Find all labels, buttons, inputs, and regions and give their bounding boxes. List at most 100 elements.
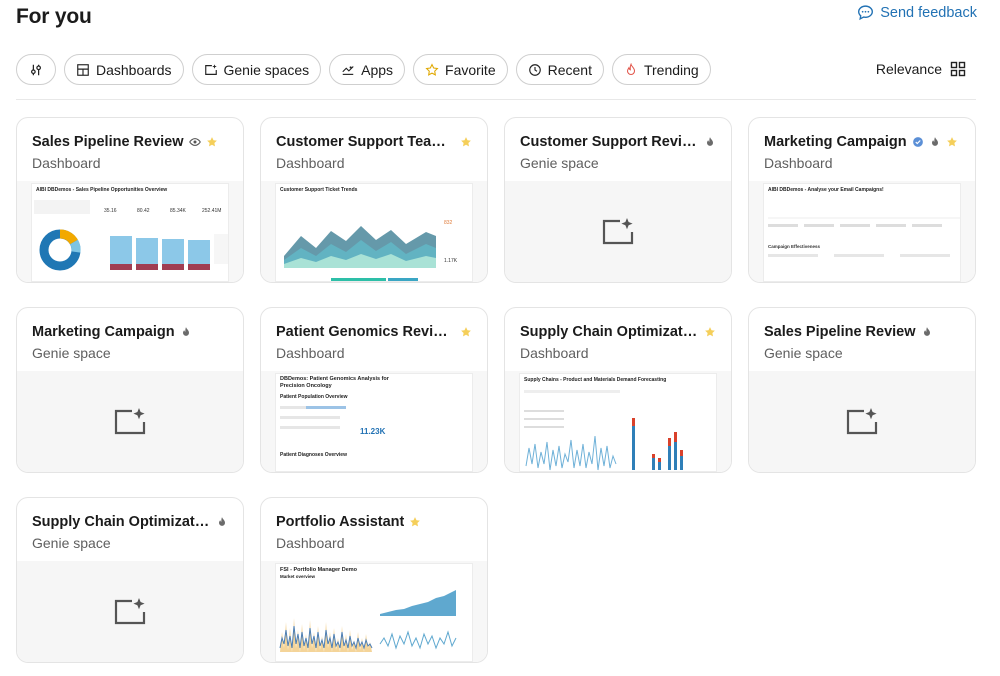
star-icon[interactable]: [460, 136, 472, 148]
dashboard-preview: FSI - Portfolio Manager Demo Market over…: [261, 561, 487, 662]
preview-title: FSI - Portfolio Manager Demo: [280, 567, 358, 573]
star-icon[interactable]: [946, 136, 958, 148]
filter-genie-spaces-chip[interactable]: Genie spaces: [191, 54, 322, 85]
preview-title: AIBI DBDemos - Sales Pipeline Opportunit…: [36, 187, 168, 193]
genie-preview: [17, 371, 243, 472]
flame-icon: [707, 137, 714, 146]
genie-icon: [204, 63, 217, 75]
card-type: Genie space: [520, 155, 599, 171]
preview-charts: [524, 390, 683, 471]
filter-apps-label: Apps: [361, 61, 394, 78]
card-type: Dashboard: [276, 155, 345, 171]
card-marketing-campaign-dashboard[interactable]: Marketing Campaign Dashboard AIBI DBDemo…: [748, 117, 976, 283]
star-icon[interactable]: [409, 516, 421, 528]
preview-kpi-4: 252.41M: [202, 208, 221, 214]
preview-title: Customer Support Ticket Trends: [280, 187, 358, 193]
genie-preview: [17, 561, 243, 662]
flame-icon: [626, 62, 635, 75]
verified-icon: [912, 137, 923, 147]
genie-space-icon: [602, 217, 634, 244]
sort-dropdown[interactable]: Relevance: [876, 61, 942, 77]
filter-trending-chip[interactable]: Trending: [611, 54, 711, 85]
preview-title: AIBI DBDemos - Analyse your Email Campai…: [768, 187, 884, 193]
card-title: Sales Pipeline Review: [32, 134, 184, 150]
card-supply-chain-dashboard[interactable]: Supply Chain Optimization Dashboard Supp…: [504, 307, 732, 473]
flame-icon: [931, 137, 938, 146]
card-supply-chain-genie[interactable]: Supply Chain Optimization Genie space: [16, 497, 244, 663]
preview-section: Campaign Effectiveness: [768, 244, 821, 249]
star-icon[interactable]: [460, 326, 472, 338]
eye-icon: [188, 138, 201, 146]
genie-space-icon: [114, 407, 146, 434]
dashboard-preview: AIBI DBDemos - Analyse your Email Campai…: [749, 181, 975, 282]
preview-title: DBDemos: Patient Genomics Analysis for P…: [280, 376, 389, 389]
flame-icon: [182, 327, 189, 336]
filter-dashboards-label: Dashboards: [96, 61, 172, 78]
dashboard-preview: DBDemos: Patient Genomics Analysis for P…: [261, 371, 487, 472]
section-divider: [16, 99, 976, 100]
dashboard-preview: Supply Chains - Product and Materials De…: [505, 371, 731, 472]
clock-icon: [528, 63, 541, 76]
genie-space-icon: [846, 407, 878, 434]
preview-kpi-1: 832: [444, 220, 453, 226]
card-sales-pipeline-review-dashboard[interactable]: Sales Pipeline Review Dashboard AIBI DBD…: [16, 117, 244, 283]
card-type: Dashboard: [520, 345, 589, 361]
preview-subtitle: Market overview: [280, 574, 316, 579]
preview-title: Supply Chains - Product and Materials De…: [524, 377, 667, 383]
chat-bubble-icon: [858, 5, 874, 21]
dashboard-preview: AIBI DBDemos - Sales Pipeline Opportunit…: [17, 181, 243, 282]
card-title: Supply Chain Optimization: [520, 324, 699, 340]
preview-kpi-2: 80.42: [137, 208, 150, 214]
preview-charts: 832 1.17K: [284, 220, 458, 281]
preview-kpi: 11.23K: [360, 427, 386, 436]
filter-favorite-label: Favorite: [445, 61, 496, 78]
card-portfolio-assistant-dashboard[interactable]: Portfolio Assistant Dashboard FSI - Port…: [260, 497, 488, 663]
flame-icon: [219, 517, 226, 526]
filter-favorite-chip[interactable]: Favorite: [413, 54, 508, 85]
star-outline-icon: [425, 62, 439, 76]
preview-charts: Patient Population Overview 11.23K Patie…: [280, 394, 386, 458]
page-title: For you: [16, 5, 92, 28]
preview-charts: [279, 590, 457, 652]
preview-charts: 35.16 80.42 85.34K 252.41M: [34, 200, 228, 271]
card-title: Customer Support Review: [520, 134, 699, 150]
card-marketing-campaign-genie[interactable]: Marketing Campaign Genie space: [16, 307, 244, 473]
card-type: Dashboard: [276, 535, 345, 551]
preview-kpi-3: 85.34K: [170, 208, 187, 214]
card-sales-pipeline-review-genie[interactable]: Sales Pipeline Review Genie space: [748, 307, 976, 473]
star-icon[interactable]: [704, 326, 716, 338]
preview-charts: Campaign Effectiveness: [768, 217, 960, 257]
card-type: Genie space: [764, 345, 843, 361]
dashboard-icon: [77, 63, 89, 76]
card-patient-genomics-dashboard[interactable]: Patient Genomics Review f... Dashboard D…: [260, 307, 488, 473]
filter-dashboards-chip[interactable]: Dashboards: [64, 54, 184, 85]
filter-recent-label: Recent: [547, 61, 592, 78]
filter-recent-chip[interactable]: Recent: [515, 54, 604, 85]
card-title: Marketing Campaign: [764, 134, 907, 150]
card-type: Genie space: [32, 535, 111, 551]
card-type: Dashboard: [764, 155, 833, 171]
preview-kpi-2: 1.17K: [444, 258, 458, 264]
send-feedback-link[interactable]: Send feedback: [857, 4, 977, 21]
card-title: Portfolio Assistant: [276, 514, 405, 530]
for-you-page: For you Send feedback Dashboards Genie s…: [0, 0, 1000, 676]
card-title: Patient Genomics Review f...: [276, 324, 455, 340]
filter-apps-chip[interactable]: Apps: [329, 54, 406, 85]
star-icon[interactable]: [206, 136, 218, 148]
grid-view-icon[interactable]: [950, 61, 966, 77]
card-title: Marketing Campaign: [32, 324, 175, 340]
flame-icon: [923, 327, 930, 336]
filter-bar: Dashboards Genie spaces Apps Favorite Re…: [16, 54, 711, 85]
filter-settings-button[interactable]: [16, 54, 56, 85]
card-type: Dashboard: [32, 155, 101, 171]
genie-preview: [749, 371, 975, 472]
filter-genie-spaces-label: Genie spaces: [223, 61, 310, 78]
preview-section-1: Patient Population Overview: [280, 394, 348, 400]
apps-icon: [342, 65, 354, 75]
dashboard-preview: Customer Support Ticket Trends 832 1.17K: [261, 181, 487, 282]
card-title: Customer Support Team Re...: [276, 134, 455, 150]
card-type: Dashboard: [276, 345, 345, 361]
card-customer-support-review-genie[interactable]: Customer Support Review Genie space: [504, 117, 732, 283]
filter-trending-label: Trending: [643, 61, 699, 78]
card-customer-support-team-dashboard[interactable]: Customer Support Team Re... Dashboard Cu…: [260, 117, 488, 283]
